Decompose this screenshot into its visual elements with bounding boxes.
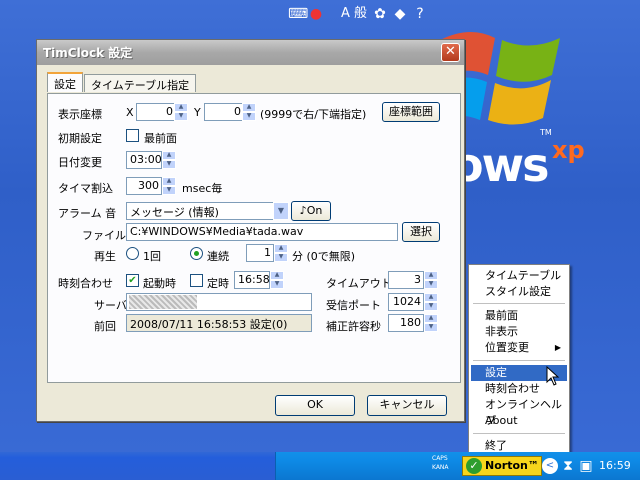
keyboard-icon[interactable]: ⌨ (288, 6, 308, 22)
y-spinner[interactable]: ▲ ▼ (242, 103, 256, 121)
chevron-right-icon: ▶ (554, 343, 561, 352)
timer-interrupt-input[interactable]: 300 (126, 177, 162, 195)
tray-context-menu: タイムテーブル スタイル設定 最前面 非表示 位置変更 ▶ 設定 時刻合わせ オ… (468, 264, 570, 457)
ime-icon[interactable]: ● (308, 6, 324, 22)
alarm-sound-label: アラーム 音 (58, 207, 117, 220)
receive-port-spinner[interactable]: ▲ ▼ (424, 293, 438, 311)
timeout-input[interactable]: 3 (388, 271, 424, 289)
x-label: X (126, 106, 134, 119)
menu-item-online-help[interactable]: オンラインヘルプ (471, 397, 567, 427)
sync-scheduled-time-input[interactable]: 16:58 (234, 271, 270, 289)
taskbar-clock[interactable]: 16:59 (599, 459, 631, 472)
menu-item-move-position[interactable]: 位置変更 ▶ (471, 340, 567, 356)
menu-item-style-settings[interactable]: スタイル設定 (471, 284, 567, 300)
file-input[interactable]: C:¥WINDOWS¥Media¥tada.wav (126, 223, 398, 241)
kana-indicator: KANA (432, 464, 449, 471)
last-sync-label: 前回 (94, 320, 116, 333)
server-label: サーバ (94, 299, 127, 312)
sync-scheduled-checkbox[interactable] (190, 274, 203, 287)
timer-interrupt-unit: msec毎 (182, 182, 223, 195)
xp-brand-text: ows (452, 138, 549, 192)
caps-indicator: CAPS (432, 455, 448, 462)
sync-on-startup-label: 起動時 (143, 277, 176, 290)
tab-settings[interactable]: 設定 (47, 72, 83, 92)
xp-brand-sup: xp (552, 136, 585, 164)
tab-strip: 設定 タイムテーブル指定 (47, 72, 197, 92)
network-icon[interactable]: ▣ (578, 458, 594, 474)
cancel-button[interactable]: キャンセル (367, 395, 447, 416)
position-label: 表示座標 (58, 108, 102, 121)
alarm-sound-select[interactable]: メッセージ (情報) (126, 202, 274, 220)
time-sync-label: 時刻合わせ (58, 277, 113, 290)
position-hint: (9999で右/下端指定) (260, 108, 367, 121)
menu-item-topmost[interactable]: 最前面 (471, 308, 567, 324)
chevron-down-icon[interactable]: ▼ (273, 202, 289, 220)
ime-help-icon[interactable]: ? (412, 6, 428, 22)
play-label: 再生 (94, 250, 116, 263)
sync-scheduled-label: 定時 (207, 277, 229, 290)
show-hidden-icons-button[interactable]: < (542, 458, 558, 474)
mouse-cursor-icon (546, 366, 560, 386)
menu-item-move-position-label: 位置変更 (485, 341, 529, 354)
caps-kana-indicator: CAPS KANA (432, 454, 449, 472)
settings-dialog: TimClock 設定 ✕ 設定 タイムテーブル指定 表示座標 X 0 ▲ ▼ Y… (36, 39, 465, 422)
close-button[interactable]: ✕ (441, 43, 460, 62)
topmost-checkbox[interactable] (126, 129, 139, 142)
file-label: ファイル (82, 229, 126, 242)
tab-timetable[interactable]: タイムテーブル指定 (84, 74, 197, 92)
play-continuous-radio[interactable] (190, 247, 203, 260)
ime-mode-indicator[interactable]: A 般 (336, 6, 372, 22)
menu-separator (473, 303, 565, 304)
y-input[interactable]: 0 (204, 103, 244, 121)
menu-separator (473, 360, 565, 361)
initial-settings-label: 初期設定 (58, 132, 102, 145)
repeat-unit: 分 (0で無限) (292, 250, 356, 263)
tolerance-label: 補正許容秒 (326, 320, 381, 333)
repeat-spinner[interactable]: ▲ ▼ (274, 244, 288, 262)
date-change-spinner[interactable]: ▲ ▼ (162, 151, 176, 169)
timeout-spinner[interactable]: ▲ ▼ (424, 271, 438, 289)
menu-separator (473, 433, 565, 434)
dialog-titlebar[interactable]: TimClock 設定 (37, 40, 464, 65)
settings-panel: 表示座標 X 0 ▲ ▼ Y 0 ▲ ▼ (9999で右/下端指定) 座標範囲 初期… (47, 93, 461, 383)
server-redacted (129, 295, 197, 309)
dialog-title: TimClock 設定 (43, 46, 133, 60)
alarm-on-button[interactable]: ♪On (291, 201, 331, 221)
hourglass-icon[interactable]: ⧗ (560, 458, 576, 474)
xp-brand-tm: TM (540, 128, 552, 137)
menu-item-hide[interactable]: 非表示 (471, 324, 567, 340)
sync-on-startup-checkbox[interactable]: ✔ (126, 274, 139, 287)
tolerance-input[interactable]: 180 (388, 314, 424, 332)
ime-dictionary-icon[interactable]: ◆ (392, 6, 408, 22)
receive-port-label: 受信ポート (326, 299, 381, 312)
repeat-input[interactable]: 1 (246, 244, 274, 262)
play-once-label: 1回 (143, 250, 161, 263)
x-input[interactable]: 0 (136, 103, 176, 121)
timer-interrupt-label: タイマ割込 (58, 182, 113, 195)
check-icon: ✓ (466, 458, 482, 474)
position-range-button[interactable]: 座標範囲 (382, 102, 440, 122)
menu-item-timetable[interactable]: タイムテーブル (471, 268, 567, 284)
y-label: Y (194, 106, 201, 119)
date-change-label: 日付変更 (58, 156, 102, 169)
last-sync-value: 2008/07/11 16:58:53 設定(0) (126, 314, 312, 332)
ime-tools-icon[interactable]: ✿ (372, 6, 388, 22)
x-spinner[interactable]: ▲ ▼ (174, 103, 188, 121)
receive-port-input[interactable]: 1024 (388, 293, 424, 311)
sync-scheduled-time-spinner[interactable]: ▲ ▼ (270, 271, 284, 289)
tolerance-spinner[interactable]: ▲ ▼ (424, 314, 438, 332)
play-once-radio[interactable] (126, 247, 139, 260)
ok-button[interactable]: OK (275, 395, 355, 416)
topmost-label: 最前面 (144, 132, 177, 145)
timer-interrupt-spinner[interactable]: ▲ ▼ (162, 177, 176, 195)
browse-button[interactable]: 選択 (402, 222, 440, 242)
menu-item-about[interactable]: About (471, 413, 567, 429)
play-continuous-label: 連続 (207, 250, 229, 263)
date-change-input[interactable]: 03:00 (126, 151, 162, 169)
